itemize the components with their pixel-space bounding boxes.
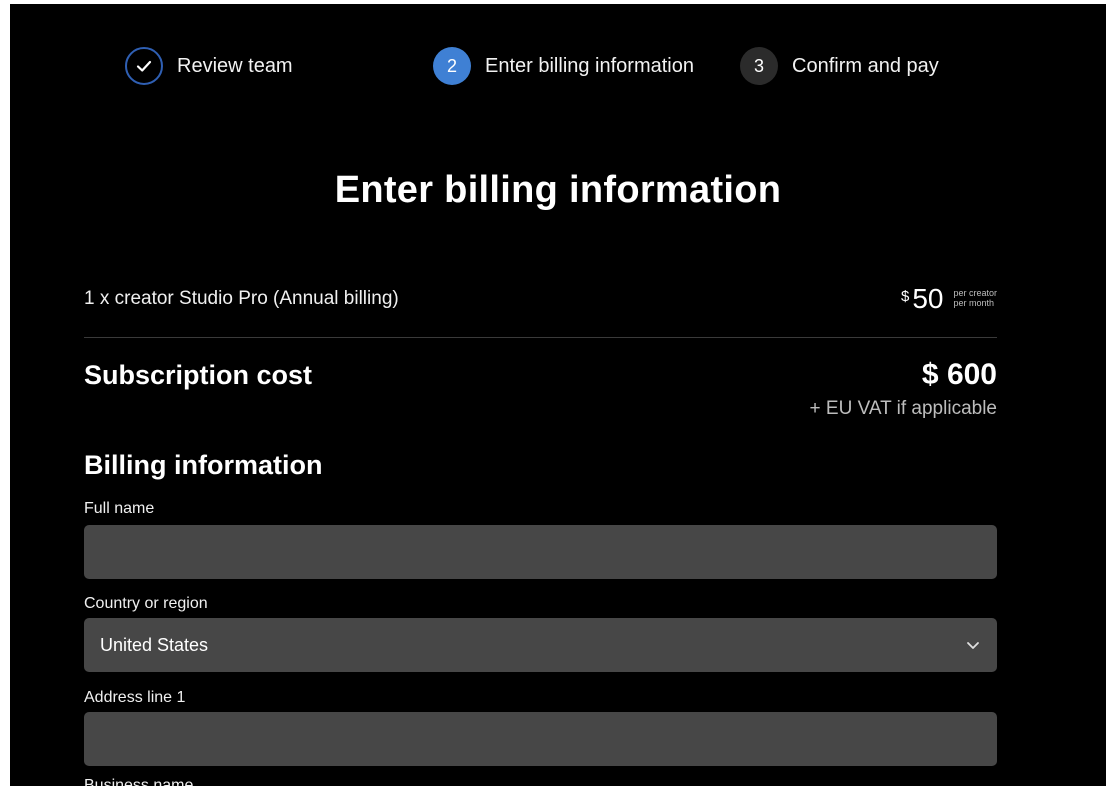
price-currency: $ [900, 288, 910, 305]
price-unit: per creator per month [953, 288, 997, 308]
price-unit-line2: per month [953, 298, 994, 308]
chevron-down-icon [965, 637, 981, 653]
product-label: 1 x creator Studio Pro (Annual billing) [84, 288, 399, 309]
subscription-cost-row: Subscription cost $ 600 + EU VAT if appl… [84, 356, 997, 436]
price-amount: 50 [912, 283, 944, 314]
subscription-cost-label: Subscription cost [84, 360, 313, 390]
country-label: Country or region [84, 595, 208, 612]
country-selected-value: United States [100, 634, 209, 655]
address-line-1-label: Address line 1 [84, 689, 186, 706]
price-unit-line1: per creator [953, 288, 997, 298]
checkout-stepper: Review team 2 Enter billing information … [10, 44, 1106, 88]
step-review-team[interactable]: Review team [125, 44, 293, 88]
step-number: 2 [433, 47, 471, 85]
billing-page: Review team 2 Enter billing information … [10, 4, 1106, 786]
step-enter-billing[interactable]: 2 Enter billing information [433, 44, 694, 88]
step-label: Confirm and pay [792, 54, 939, 77]
address-line-1-input[interactable] [84, 712, 997, 766]
step-complete-check-icon [125, 47, 163, 85]
full-name-input[interactable] [84, 525, 997, 579]
vat-note: + EU VAT if applicable [809, 398, 997, 419]
divider [84, 337, 997, 338]
page-title: Enter billing information [334, 169, 782, 211]
step-confirm-pay[interactable]: 3 Confirm and pay [740, 44, 939, 88]
step-number: 3 [740, 47, 778, 85]
billing-section-title: Billing information [84, 450, 323, 480]
business-name-label: Business name [84, 777, 194, 786]
order-line-item: 1 x creator Studio Pro (Annual billing) … [84, 284, 997, 324]
step-label: Enter billing information [485, 54, 694, 77]
subscription-cost-amount: $ 600 [921, 358, 997, 391]
step-label: Review team [177, 54, 293, 77]
unit-price: $ 50 per creator per month [901, 284, 997, 314]
full-name-label: Full name [84, 500, 155, 517]
country-select[interactable]: United States [84, 618, 997, 672]
